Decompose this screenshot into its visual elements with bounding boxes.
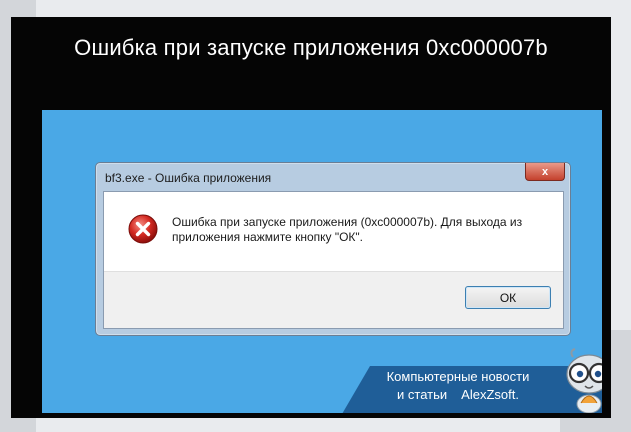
error-message: Ошибка при запуске приложения (0xc000007… [172, 215, 552, 245]
dialog-button-bar: ОК [104, 271, 563, 328]
error-message-line-2: приложения нажмите кнопку "ОК". [172, 230, 364, 244]
error-message-line-1: Ошибка при запуске приложения (0xc000007… [172, 215, 523, 229]
error-icon [128, 214, 158, 244]
close-button[interactable]: x [525, 163, 565, 181]
ok-button[interactable]: ОК [465, 286, 551, 309]
close-icon: x [541, 165, 549, 178]
mascot-robot-icon [566, 348, 602, 413]
brand-line-1: Компьютерные новости [386, 369, 530, 384]
error-dialog-window: bf3.exe - Ошибка приложения x Ошибка при… [95, 162, 571, 336]
dialog-title: bf3.exe - Ошибка приложения [105, 171, 272, 185]
dialog-content: Ошибка при запуске приложения (0xc000007… [103, 191, 564, 329]
brand-site-name: AlexZsoft. [461, 387, 519, 402]
desktop-background: bf3.exe - Ошибка приложения x Ошибка при… [42, 110, 602, 413]
article-image-frame: Ошибка при запуске приложения 0xc000007b… [11, 17, 611, 418]
brand-line-2-text: и статьи [397, 387, 448, 402]
brand-line-2: и статьи AlexZsoft. [358, 386, 558, 404]
brand-caption: Компьютерные новости и статьи AlexZsoft. [358, 368, 558, 404]
article-headline: Ошибка при запуске приложения 0xc000007b [74, 35, 548, 60]
